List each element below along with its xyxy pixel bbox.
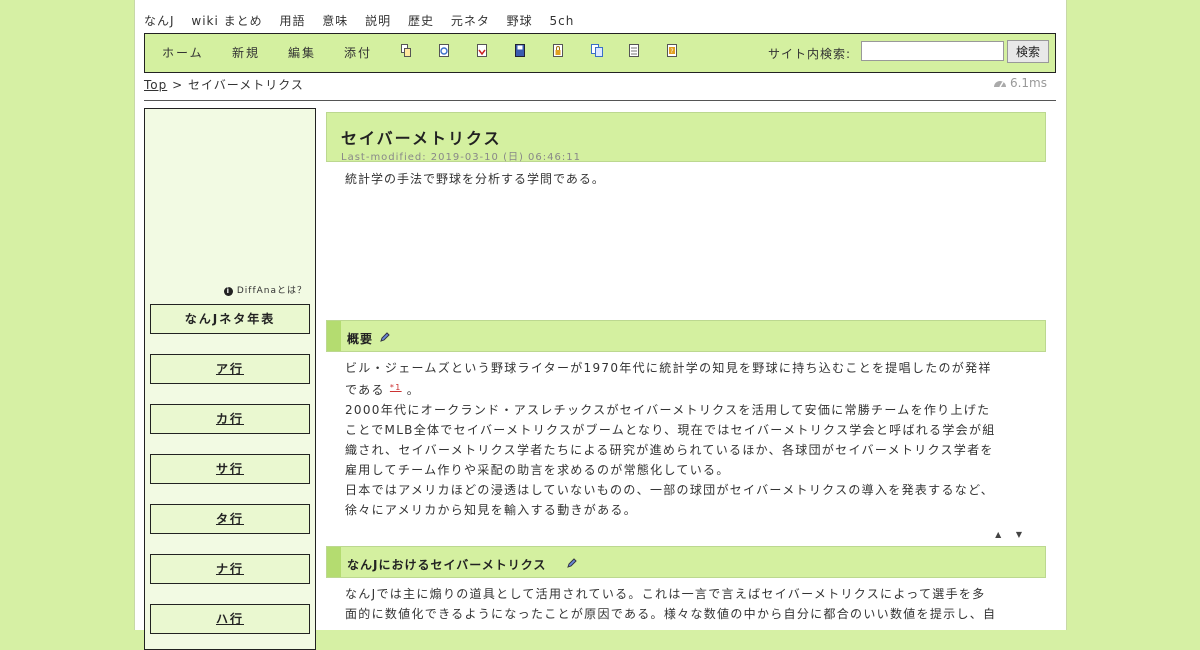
text-line: 雇用してチーム作りや采配の助言を求めるのが常態化している。 bbox=[345, 463, 730, 477]
section-heading-nanj: なんJにおけるセイバーメトリクス bbox=[326, 546, 1046, 578]
topnav-link-5ch[interactable]: 5ch bbox=[550, 14, 575, 28]
search-button[interactable]: 検索 bbox=[1007, 40, 1049, 63]
text-line: 日本ではアメリカほどの浸透はしていないものの、一部の球団がセイバーメトリクスの導… bbox=[345, 483, 995, 497]
topnav-link-yougo[interactable]: 用語 bbox=[279, 14, 305, 28]
footnote-link[interactable]: *1 bbox=[390, 383, 402, 392]
sidebar-item-label: ハ行 bbox=[215, 612, 244, 626]
header-divider bbox=[144, 100, 1056, 101]
sidebar-item-label: なんJネタ年表 bbox=[184, 312, 276, 326]
text-line: ビル・ジェームズという野球ライターが1970年代に統計学の知見を野球に持ち込むこ… bbox=[345, 361, 992, 375]
refresh-icon[interactable] bbox=[439, 44, 449, 57]
sidebar-item-label: タ行 bbox=[215, 512, 244, 526]
topnav-link-nanj[interactable]: なんJ bbox=[144, 14, 175, 28]
svg-text:?: ? bbox=[670, 48, 673, 55]
diff-icon[interactable] bbox=[477, 44, 487, 57]
section-heading-overview: 概要 bbox=[326, 320, 1046, 352]
duplicate-icon[interactable] bbox=[591, 44, 603, 57]
text-fragment: 。 bbox=[406, 383, 421, 397]
new-page-button[interactable]: 新規 bbox=[232, 44, 260, 61]
sidebar-item-na-row[interactable]: ナ行 bbox=[150, 554, 310, 584]
text-line: 2000年代にオークランド・アスレチックスがセイバーメトリクスを活用して安価に常… bbox=[345, 403, 991, 417]
top-nav: なんJ wiki まとめ 用語 意味 説明 歴史 元ネタ 野球 5ch bbox=[144, 12, 586, 29]
render-time: 6.1ms bbox=[993, 76, 1047, 90]
sidebar-item-ta-row[interactable]: タ行 bbox=[150, 504, 310, 534]
section-title: 概要 bbox=[347, 332, 374, 346]
text-line: 織され、セイバーメトリクス学者たちによる研究が進められているほか、各球団がセイバ… bbox=[345, 443, 994, 457]
home-button[interactable]: ホーム bbox=[162, 44, 204, 61]
section-body-nanj: なんJでは主に煽りの道具として活用されている。これは一言で言えばセイバーメトリク… bbox=[345, 584, 1035, 624]
info-icon: i bbox=[223, 287, 233, 296]
topnav-link-wiki[interactable]: wiki まとめ bbox=[191, 14, 262, 28]
heading-accent-bar bbox=[327, 321, 341, 351]
page-container: なんJ wiki まとめ 用語 意味 説明 歴史 元ネタ 野球 5ch ホーム … bbox=[134, 0, 1067, 650]
section-body-overview: ビル・ジェームズという野球ライターが1970年代に統計学の知見を野球に持ち込むこ… bbox=[345, 358, 1035, 520]
sidebar-item-label: ア行 bbox=[215, 362, 244, 376]
search-label: サイト内検索: bbox=[768, 47, 852, 61]
breadcrumb-current: セイバーメトリクス bbox=[187, 78, 304, 92]
edit-pencil-icon[interactable] bbox=[567, 553, 577, 572]
section-title: なんJにおけるセイバーメトリクス bbox=[347, 558, 547, 572]
sidebar-item-label: ナ行 bbox=[215, 562, 244, 576]
sidebar-item-label: カ行 bbox=[215, 412, 244, 426]
breadcrumb-top-link[interactable]: Top bbox=[144, 78, 167, 92]
list-icon[interactable] bbox=[629, 44, 639, 57]
text-line: なんJでは主に煽りの道具として活用されている。これは一言で言えばセイバーメトリク… bbox=[345, 587, 986, 601]
page-nav-arrows[interactable]: ▲ ▼ bbox=[995, 530, 1028, 539]
sidebar-item-a-row[interactable]: ア行 bbox=[150, 354, 310, 384]
topnav-link-motoneta[interactable]: 元ネタ bbox=[451, 14, 490, 28]
lock-icon[interactable] bbox=[553, 44, 563, 57]
attach-button[interactable]: 添付 bbox=[344, 44, 372, 61]
edit-button[interactable]: 編集 bbox=[288, 44, 316, 61]
sidebar-item-ka-row[interactable]: カ行 bbox=[150, 404, 310, 434]
sidebar-item-label: サ行 bbox=[215, 462, 244, 476]
last-modified: Last-modified: 2019-03-10 (日) 06:46:11 bbox=[341, 152, 581, 163]
sidebar: i DiffAnaとは？ なんJネタ年表 ア行 カ行 サ行 タ行 ナ行 ハ行 bbox=[144, 108, 316, 650]
diffana-link[interactable]: i DiffAnaとは？ bbox=[223, 283, 307, 296]
topnav-link-rekishi[interactable]: 歴史 bbox=[408, 14, 434, 28]
text-line: 徐々にアメリカから知見を輸入する動きがある。 bbox=[345, 503, 638, 517]
copy-icon[interactable] bbox=[401, 44, 411, 57]
toolbar: ホーム 新規 編集 添付 ? サイト内検索: 検索 bbox=[144, 33, 1056, 73]
diffana-label: DiffAnaとは？ bbox=[236, 286, 307, 296]
text-fragment: である bbox=[345, 383, 385, 397]
breadcrumb: Top > セイバーメトリクス bbox=[144, 76, 304, 93]
heading-accent-bar bbox=[327, 547, 341, 577]
text-line: である *1 。 bbox=[345, 378, 1035, 400]
search-input[interactable] bbox=[861, 41, 1004, 61]
breadcrumb-separator: > bbox=[172, 78, 184, 92]
edit-pencil-icon[interactable] bbox=[380, 327, 390, 346]
help-icon[interactable]: ? bbox=[667, 44, 677, 57]
topnav-link-yakyu[interactable]: 野球 bbox=[507, 14, 533, 28]
page-title: セイバーメトリクス bbox=[341, 129, 502, 148]
render-time-value: 6.1ms bbox=[1009, 76, 1047, 90]
topnav-link-imi[interactable]: 意味 bbox=[322, 14, 348, 28]
sidebar-item-sa-row[interactable]: サ行 bbox=[150, 454, 310, 484]
text-line: 面的に数値化できるようになったことが原因である。様々な数値の中から自分に都合のい… bbox=[345, 607, 997, 621]
text-line: ことでMLB全体でセイバーメトリクスがブームとなり、現在ではセイバーメトリクス学… bbox=[345, 423, 996, 437]
backup-icon[interactable] bbox=[515, 44, 525, 57]
topnav-link-setsumei[interactable]: 説明 bbox=[365, 14, 391, 28]
speedometer-icon bbox=[993, 81, 1006, 88]
sidebar-item-timeline[interactable]: なんJネタ年表 bbox=[150, 304, 310, 334]
title-box: セイバーメトリクス Last-modified: 2019-03-10 (日) … bbox=[326, 112, 1046, 163]
intro-text: 統計学の手法で野球を分析する学問である。 bbox=[345, 172, 605, 186]
